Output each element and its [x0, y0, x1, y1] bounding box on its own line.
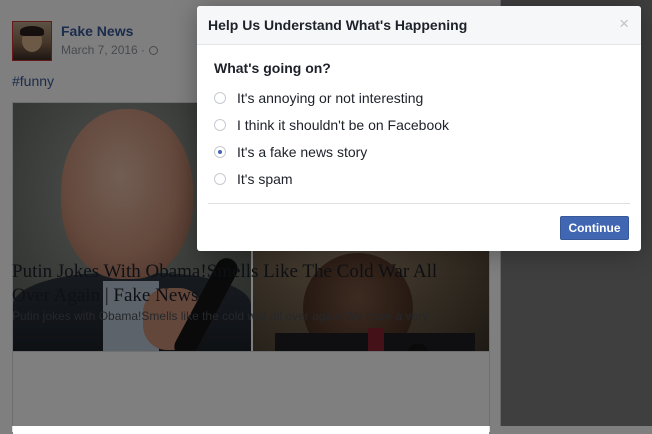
dialog-header: Help Us Understand What's Happening ×: [197, 6, 641, 45]
option-label: It's annoying or not interesting: [237, 90, 424, 106]
option-shouldnt-be-on-facebook[interactable]: I think it shouldn't be on Facebook: [214, 115, 449, 135]
radio-button[interactable]: [214, 92, 226, 104]
option-spam[interactable]: It's spam: [214, 169, 293, 189]
option-annoying[interactable]: It's annoying or not interesting: [214, 88, 423, 108]
close-icon[interactable]: ×: [619, 15, 629, 33]
radio-button-selected[interactable]: [214, 146, 226, 158]
dialog-title: Help Us Understand What's Happening: [208, 17, 468, 33]
continue-button[interactable]: Continue: [560, 216, 629, 240]
option-fake-news[interactable]: It's a fake news story: [214, 142, 367, 162]
radio-button[interactable]: [214, 173, 226, 185]
option-label: It's spam: [237, 171, 293, 187]
dialog-question: What's going on?: [214, 60, 331, 76]
report-dialog: Help Us Understand What's Happening × Wh…: [197, 6, 641, 251]
option-label: I think it shouldn't be on Facebook: [237, 117, 450, 133]
dialog-divider: [208, 203, 630, 204]
option-label: It's a fake news story: [237, 144, 368, 160]
radio-button[interactable]: [214, 119, 226, 131]
